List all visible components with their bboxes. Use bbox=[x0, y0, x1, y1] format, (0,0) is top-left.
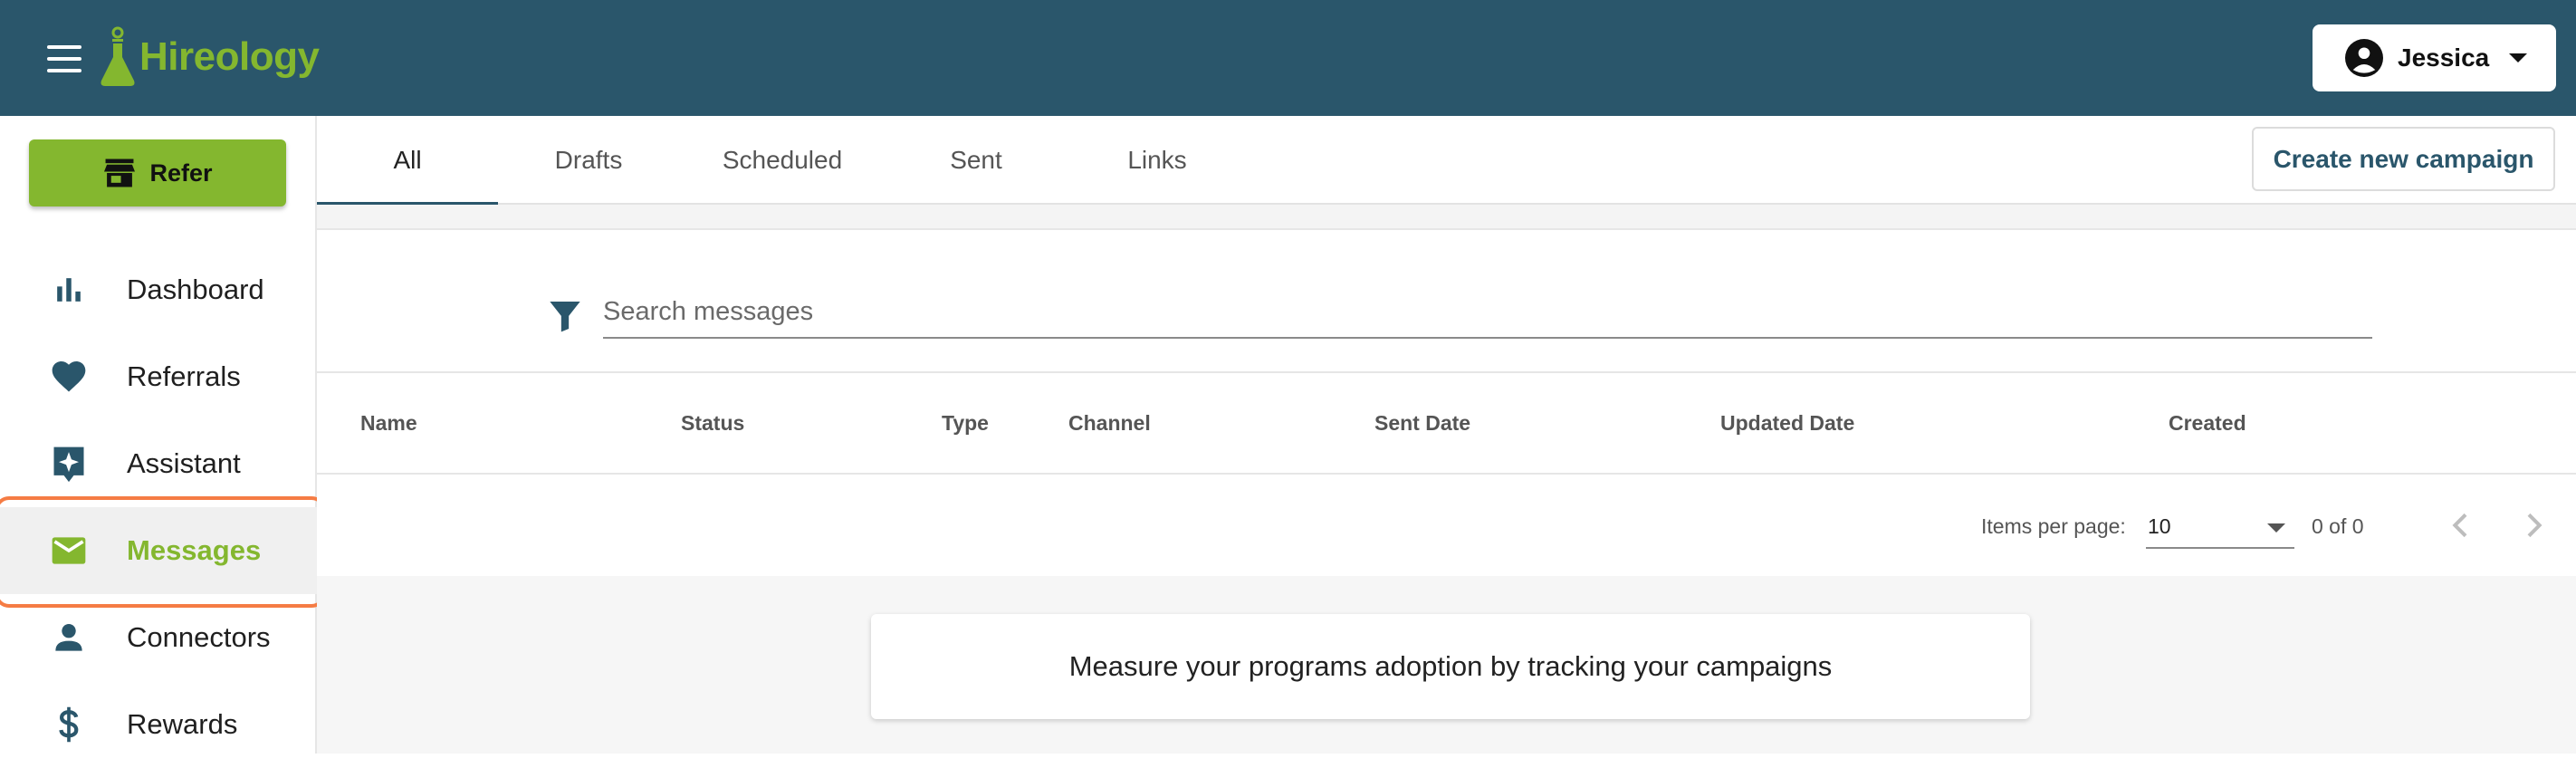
refer-label: Refer bbox=[149, 158, 213, 187]
sidebar-item-label: Messages bbox=[127, 534, 262, 566]
column-header-type[interactable]: Type bbox=[942, 411, 989, 436]
dollar-icon bbox=[47, 703, 91, 746]
sidebar-item-assistant[interactable]: Assistant bbox=[0, 420, 317, 507]
empty-state-area: Measure your programs adoption by tracki… bbox=[317, 576, 2576, 754]
search-input[interactable] bbox=[603, 286, 2372, 339]
tab-scheduled[interactable]: Scheduled bbox=[679, 116, 886, 205]
refer-button[interactable]: Refer bbox=[29, 139, 286, 206]
sidebar-item-messages[interactable]: Messages bbox=[0, 507, 317, 594]
sidebar-item-dashboard[interactable]: Dashboard bbox=[0, 246, 317, 333]
tab-drafts[interactable]: Drafts bbox=[498, 116, 679, 205]
bar-chart-icon bbox=[47, 268, 91, 312]
next-page-icon[interactable] bbox=[2515, 507, 2552, 543]
sidebar-item-rewards[interactable]: Rewards bbox=[0, 681, 317, 768]
column-header-name[interactable]: Name bbox=[360, 411, 417, 436]
items-per-page-select[interactable]: 10 bbox=[2146, 504, 2294, 549]
sidebar-item-label: Connectors bbox=[127, 621, 271, 653]
person-icon bbox=[47, 616, 91, 659]
create-new-campaign-button[interactable]: Create new campaign bbox=[2252, 127, 2555, 191]
sidebar-item-label: Dashboard bbox=[127, 274, 264, 305]
heart-icon bbox=[47, 355, 91, 398]
column-header-status[interactable]: Status bbox=[681, 411, 744, 436]
account-circle-icon bbox=[2345, 39, 2383, 77]
column-header-created[interactable]: Created bbox=[2169, 411, 2246, 436]
flask-logo-icon bbox=[101, 26, 135, 86]
chevron-down-icon bbox=[2509, 53, 2528, 62]
user-name: Jessica bbox=[2398, 43, 2490, 72]
brand-name: Hireology bbox=[139, 34, 320, 79]
messages-table-header: Name Status Type Channel Sent Date Updat… bbox=[317, 375, 2576, 475]
tab-links[interactable]: Links bbox=[1067, 116, 1248, 205]
search-bar bbox=[317, 232, 2576, 373]
page-range: 0 of 0 bbox=[2312, 514, 2364, 538]
column-header-sent-date[interactable]: Sent Date bbox=[1374, 411, 1470, 436]
sidebar: Refer Dashboard Referrals Assistant Mess… bbox=[0, 116, 317, 754]
column-header-channel[interactable]: Channel bbox=[1068, 411, 1151, 436]
previous-page-icon[interactable] bbox=[2443, 507, 2479, 543]
filter-icon[interactable] bbox=[547, 297, 583, 333]
divider-strip bbox=[317, 205, 2576, 230]
campaign-tabs: All Drafts Scheduled Sent Links bbox=[317, 116, 2576, 206]
sidebar-item-connectors[interactable]: Connectors bbox=[0, 594, 317, 681]
user-menu-button[interactable]: Jessica bbox=[2313, 24, 2556, 91]
column-header-updated-date[interactable]: Updated Date bbox=[1720, 411, 1854, 436]
sparkle-icon bbox=[47, 442, 91, 485]
sidebar-item-label: Rewards bbox=[127, 708, 238, 740]
paginator: Items per page: 10 0 of 0 bbox=[317, 476, 2576, 576]
tab-all[interactable]: All bbox=[317, 116, 498, 206]
sidebar-item-referrals[interactable]: Referrals bbox=[0, 333, 317, 420]
store-icon bbox=[104, 158, 136, 187]
info-card: Measure your programs adoption by tracki… bbox=[871, 614, 2030, 719]
mail-icon bbox=[47, 529, 91, 572]
sidebar-item-label: Referrals bbox=[127, 360, 241, 392]
sidebar-item-label: Assistant bbox=[127, 447, 241, 479]
tab-sent[interactable]: Sent bbox=[886, 116, 1067, 205]
chevron-down-icon bbox=[2267, 523, 2285, 533]
items-per-page-label: Items per page: bbox=[1981, 514, 2126, 538]
logo[interactable]: Hireology bbox=[98, 25, 320, 89]
menu-icon[interactable] bbox=[47, 45, 81, 72]
items-per-page-value: 10 bbox=[2148, 514, 2171, 538]
top-app-bar: Hireology Jessica bbox=[0, 0, 2576, 116]
